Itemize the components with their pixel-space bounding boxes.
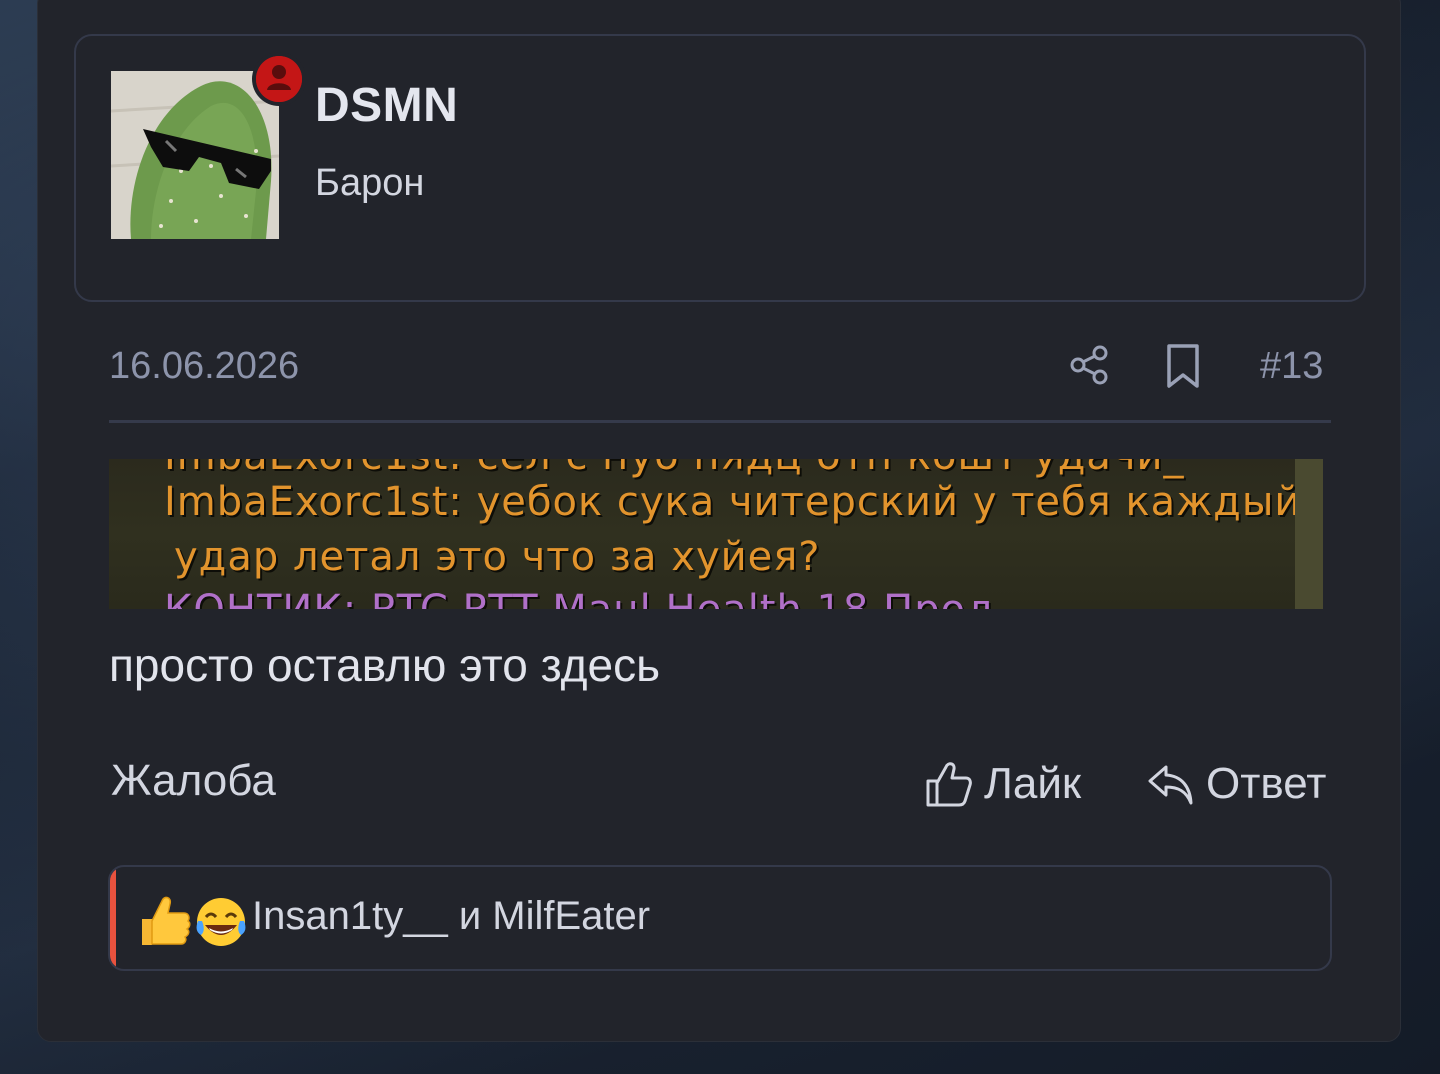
user-status-icon — [256, 56, 302, 102]
image-chat-line-cut-top: ImbaExorc1st: сел с нуб пядц отп кошт уд… — [164, 459, 1185, 479]
like-label: Лайк — [984, 759, 1082, 808]
status-badge — [252, 52, 306, 106]
divider — [109, 420, 1331, 423]
image-chat-line-1: ImbaExorc1st: уебок сука читерский у теб… — [164, 479, 1302, 525]
image-chat-line-cut-bottom: КОНТИК: RTC RTT Maul Health 18 Прод... — [164, 587, 1036, 609]
image-chat-line-2: удар летал это что за хуйея? — [174, 534, 821, 580]
post-image[interactable]: ImbaExorc1st: сел с нуб пядц отп кошт уд… — [109, 459, 1323, 609]
author-username[interactable]: DSMN — [315, 78, 458, 133]
share-icon[interactable] — [1068, 343, 1112, 387]
post-text: просто оставлю это здесь — [109, 639, 661, 691]
reply-icon — [1148, 765, 1193, 805]
reply-button[interactable]: Ответ — [1146, 756, 1326, 812]
like-button[interactable]: Лайк — [924, 756, 1081, 812]
thumbs-up-icon — [926, 762, 972, 807]
bookmark-icon[interactable] — [1164, 343, 1202, 389]
avatar-cactus-image — [111, 71, 279, 239]
tears-of-joy-emoji-icon — [196, 898, 246, 946]
post-number[interactable]: #13 — [1260, 345, 1323, 388]
post-date[interactable]: 16.06.2026 — [109, 345, 299, 388]
report-button[interactable]: Жалоба — [111, 756, 276, 806]
thumbs-up-emoji-icon — [142, 896, 191, 945]
reply-label: Ответ — [1206, 759, 1327, 808]
image-edge — [1295, 459, 1323, 609]
author-rank: Барон — [315, 162, 425, 204]
avatar[interactable] — [111, 71, 279, 239]
reactions-accent — [110, 867, 116, 969]
reactions-users[interactable]: Insan1ty__ и MilfEater — [252, 894, 650, 939]
